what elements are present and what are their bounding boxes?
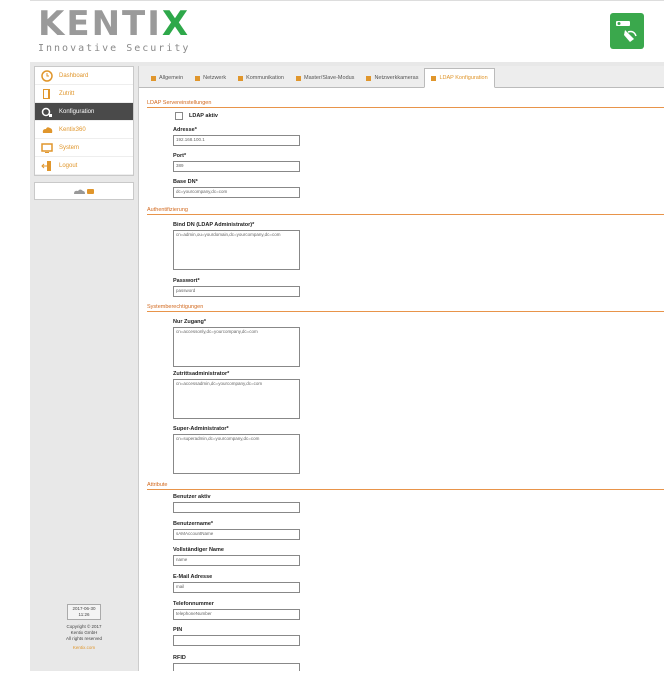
port-label: Port* <box>173 153 187 159</box>
tab-label: Kommunikation <box>246 75 284 81</box>
ldap-active-checkbox[interactable] <box>175 112 183 120</box>
bottom-edge <box>0 671 664 679</box>
sidebar: Dashboard Zutritt Konfiguration Kentix36… <box>34 62 134 200</box>
sidebar-item-label: Kentix360 <box>59 126 86 133</box>
base-dn-label: Base DN* <box>173 179 198 185</box>
logout-icon <box>41 160 53 172</box>
tab-communication[interactable]: Kommunikation <box>232 69 290 87</box>
section-authentication: Authentifizierung <box>147 207 664 215</box>
logo-wordmark: KENTIX <box>38 4 191 44</box>
address-input[interactable]: 192.168.100.1 <box>173 135 300 146</box>
monitor-icon <box>41 142 53 154</box>
bind-dn-textarea[interactable]: cn=admin,ou=yourdomain,dc=yourcompany,dc… <box>173 230 300 270</box>
password-input[interactable]: password <box>173 286 300 297</box>
ldap-active-label: LDAP aktiv <box>189 113 218 119</box>
sidebar-item-label: Logout <box>59 162 78 169</box>
rights-text: All rights reserved <box>65 636 102 641</box>
tab-ldap-configuration[interactable]: LDAP Konfiguration <box>424 68 495 88</box>
section-server-settings: LDAP Servereinstellungen <box>147 100 664 108</box>
tab-label: Netzwerkkameras <box>374 75 419 81</box>
brand-logo: KENTIX Innovative Security <box>38 7 190 54</box>
header: KENTIX Innovative Security <box>30 0 664 60</box>
access-only-textarea[interactable]: cn=accessonly,dc=yourcompany,dc=com <box>173 327 300 367</box>
email-label: E-Mail Adresse <box>173 574 213 580</box>
user-active-label: Benutzer aktiv <box>173 494 211 500</box>
tab-network-cameras[interactable]: Netzwerkkameras <box>360 69 424 87</box>
user-active-input[interactable] <box>173 502 300 513</box>
password-label: Passwort* <box>173 278 200 284</box>
kentix360-sync-button[interactable] <box>34 182 134 200</box>
main-content: Allgemein Netzwerk Kommunikation Master/… <box>138 66 664 679</box>
port-input[interactable]: 389 <box>173 161 300 172</box>
tab-label: Master/Slave-Modus <box>304 75 355 81</box>
camera-icon <box>366 75 372 81</box>
tab-label: LDAP Konfiguration <box>439 75 488 81</box>
access-admin-label: Zutrittsadministrator* <box>173 371 230 377</box>
sidebar-item-logout[interactable]: Logout <box>35 157 133 175</box>
super-admin-label: Super-Administrator* <box>173 426 229 432</box>
bind-dn-label: Bind DN (LDAP Administrator)* <box>173 222 255 228</box>
ldap-icon <box>431 75 437 81</box>
base-dn-input[interactable]: dc=yourcompany,dc=com <box>173 187 300 198</box>
access-only-label: Nur Zugang* <box>173 319 206 325</box>
tab-general[interactable]: Allgemein <box>145 69 189 87</box>
datetime-box: 2017-06-30 11:26 <box>67 604 101 620</box>
section-attributes: Attribute <box>147 482 664 490</box>
rfid-label: RFID <box>173 655 186 661</box>
phone-label: Telefonnummer <box>173 601 214 607</box>
envelope-icon <box>238 75 244 81</box>
door-icon <box>41 88 53 100</box>
fullname-label: Vollständiger Name <box>173 547 224 553</box>
email-input[interactable]: mail <box>173 582 300 593</box>
tab-bar: Allgemein Netzwerk Kommunikation Master/… <box>139 66 664 88</box>
super-admin-textarea[interactable]: cn=superadmin,dc=yourcompany,dc=com <box>173 434 300 474</box>
sidebar-item-dashboard[interactable]: Dashboard <box>35 67 133 85</box>
sidebar-item-kentix360[interactable]: Kentix360 <box>35 121 133 139</box>
network-icon <box>195 75 201 81</box>
arrow-icon <box>296 75 301 81</box>
access-admin-textarea[interactable]: cn=accessadmin,dc=yourcompany,dc=com <box>173 379 300 419</box>
phone-input[interactable]: telephoneNumber <box>173 609 300 620</box>
tab-network[interactable]: Netzwerk <box>189 69 232 87</box>
username-input[interactable]: sAMAccountName <box>173 529 300 540</box>
kentix-link[interactable]: Kentix.com <box>34 645 134 651</box>
sidebar-item-system[interactable]: System <box>35 139 133 157</box>
wrench-icon <box>151 75 156 81</box>
fullname-input[interactable]: name <box>173 555 300 566</box>
footer-info: 2017-06-30 11:26 Copyright © 2017 Kentix… <box>34 604 134 651</box>
pin-label: PIN <box>173 627 183 633</box>
tab-label: Netzwerk <box>203 75 227 81</box>
section-system-permissions: Systemberechtigungen <box>147 304 664 312</box>
username-label: Benutzername* <box>173 521 214 527</box>
logo-tagline: Innovative Security <box>38 43 191 54</box>
address-label: Adresse* <box>173 127 197 133</box>
sidebar-item-label: Dashboard <box>59 72 89 79</box>
cloud-icon <box>41 124 53 136</box>
tab-master-slave[interactable]: Master/Slave-Modus <box>290 69 360 87</box>
sidebar-item-label: Konfiguration <box>59 108 95 115</box>
pin-input[interactable] <box>173 635 300 646</box>
settings-icon <box>41 106 53 118</box>
sidebar-item-configuration[interactable]: Konfiguration <box>35 103 133 121</box>
tab-label: Allgemein <box>159 75 184 81</box>
cloud-sync-icon <box>74 189 94 194</box>
sidebar-item-access[interactable]: Zutritt <box>35 85 133 103</box>
app-frame: KENTIX Innovative Security Dashboard Zut… <box>30 0 664 679</box>
key-card-icon[interactable] <box>610 13 644 49</box>
sidebar-item-label: Zutritt <box>59 90 75 97</box>
clock-icon <box>41 69 53 82</box>
sidebar-item-label: System <box>59 144 80 151</box>
sidebar-nav: Dashboard Zutritt Konfiguration Kentix36… <box>34 66 134 176</box>
datetime-time: 11:26 <box>78 612 90 617</box>
